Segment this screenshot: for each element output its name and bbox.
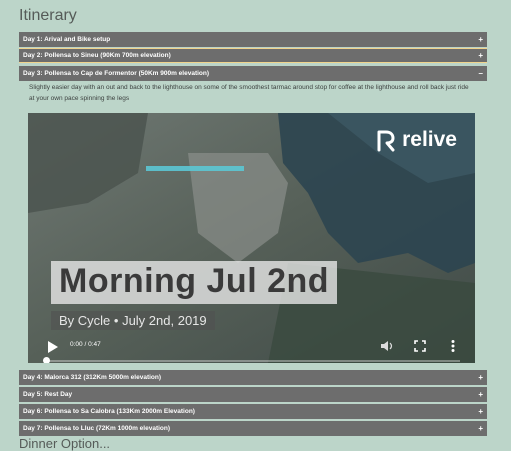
- day3-description: Slightly easier day with an out and back…: [29, 84, 469, 102]
- expand-icon: +: [478, 51, 483, 60]
- relive-brand: relive: [402, 128, 457, 151]
- video-progress-handle[interactable]: [43, 357, 50, 363]
- video-progress-bar[interactable]: [45, 360, 460, 362]
- video-time: 0:00 / 0:47: [70, 341, 101, 348]
- accordion-label: Day 4: Malorca 312 (312Km 5000m elevatio…: [23, 374, 162, 381]
- accordion-day-6[interactable]: Day 6: Pollensa to Sa Calobra (133Km 200…: [19, 404, 487, 419]
- page-title: Itinerary: [19, 7, 77, 24]
- expand-icon: +: [478, 407, 483, 416]
- accordion-day-1[interactable]: Day 1: Arival and Bike setup +: [19, 32, 487, 47]
- accordion-day-5[interactable]: Day 5: Rest Day +: [19, 387, 487, 402]
- expand-icon: +: [478, 424, 483, 433]
- next-section-heading: Dinner Option...: [19, 436, 111, 451]
- accordion-label: Day 2: Pollensa to Sineu (90Km 700m elev…: [23, 52, 171, 59]
- collapse-icon: –: [478, 69, 483, 78]
- more-vertical-icon[interactable]: [446, 339, 460, 353]
- volume-icon[interactable]: [380, 339, 394, 353]
- expand-icon: +: [478, 35, 483, 44]
- accordion-label: Day 3: Pollensa to Cap de Formentor (50K…: [23, 70, 210, 77]
- accordion-label: Day 7: Pollensa to Lluc (72Km 1000m elev…: [23, 425, 171, 432]
- expand-icon: +: [478, 373, 483, 382]
- video-controls: 0:00 / 0:47: [28, 323, 475, 363]
- accordion-day-3[interactable]: Day 3: Pollensa to Cap de Formentor (50K…: [19, 66, 487, 81]
- play-icon[interactable]: [48, 341, 58, 353]
- video-title: Morning Jul 2nd: [51, 261, 338, 304]
- relive-video-player[interactable]: relive Morning Jul 2nd By Cycle • July 2…: [28, 113, 475, 363]
- accordion-label: Day 5: Rest Day: [23, 391, 73, 398]
- relive-logo-icon: [377, 130, 395, 152]
- accordion-day-4[interactable]: Day 4: Malorca 312 (312Km 5000m elevatio…: [19, 370, 487, 385]
- expand-icon: +: [478, 390, 483, 399]
- accordion-label: Day 6: Pollensa to Sa Calobra (133Km 200…: [23, 408, 195, 415]
- fullscreen-icon[interactable]: [413, 339, 427, 353]
- relive-logo: relive: [376, 122, 457, 158]
- accordion-day-7[interactable]: Day 7: Pollensa to Lluc (72Km 1000m elev…: [19, 421, 487, 436]
- accordion-label: Day 1: Arival and Bike setup: [23, 36, 111, 43]
- accordion-day-2[interactable]: Day 2: Pollensa to Sineu (90Km 700m elev…: [19, 48, 487, 63]
